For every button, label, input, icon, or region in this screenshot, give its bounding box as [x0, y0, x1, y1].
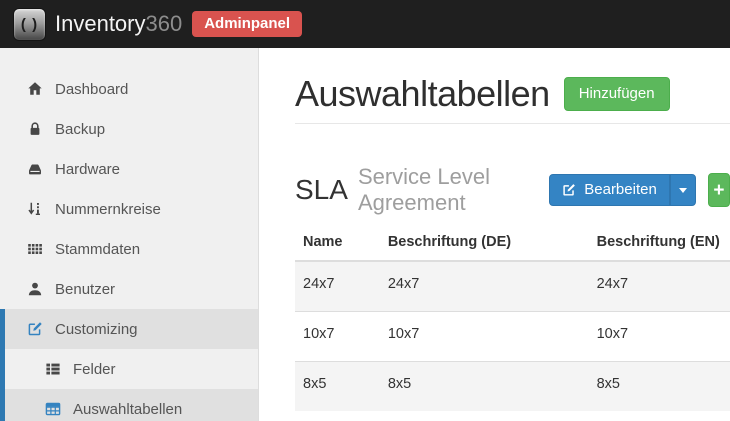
- brand[interactable]: ( ) Inventory360: [13, 8, 182, 41]
- customizing-group: Customizing Felder Auswahltabellen: [0, 309, 258, 421]
- lock-icon: [27, 121, 43, 137]
- table-cell: 8x5: [295, 362, 380, 412]
- title-divider: [295, 123, 730, 124]
- add-value-button[interactable]: +: [708, 173, 730, 207]
- table-cell: 8x5: [589, 362, 730, 412]
- brand-suffix: 360: [146, 11, 183, 36]
- sla-section-header: SLA Service Level Agreement Bearbeiten +: [295, 164, 730, 216]
- sidebar-item-backup[interactable]: Backup: [0, 109, 258, 149]
- sidebar-item-nummernkreise[interactable]: Nummernkreise: [0, 189, 258, 229]
- sidebar-item-label: Nummernkreise: [55, 201, 161, 218]
- logo-glyph: ( ): [21, 16, 38, 33]
- brand-title: Inventory360: [55, 11, 182, 37]
- edit-icon: [27, 321, 43, 337]
- brand-logo-icon: ( ): [13, 8, 46, 41]
- sidebar-item-label: Stammdaten: [55, 241, 140, 258]
- sidebar-item-label: Dashboard: [55, 81, 128, 98]
- page-title: Auswahltabellen: [295, 74, 550, 114]
- column-header-beschriftung-de: Beschriftung (DE): [380, 226, 589, 261]
- main-content: Auswahltabellen Hinzufügen SLA Service L…: [259, 48, 730, 421]
- column-header-name: Name: [295, 226, 380, 261]
- edit-icon: [562, 183, 576, 197]
- table-cell: 8x5: [380, 362, 589, 412]
- sidebar-item-label: Hardware: [55, 161, 120, 178]
- sidebar-item-hardware[interactable]: Hardware: [0, 149, 258, 189]
- column-header-beschriftung-en: Beschriftung (EN): [589, 226, 730, 261]
- sidebar-item-auswahltabellen[interactable]: Auswahltabellen: [5, 389, 258, 421]
- edit-dropdown-toggle[interactable]: [670, 174, 696, 206]
- add-table-button[interactable]: Hinzufügen: [564, 77, 670, 111]
- sidebar-item-label: Customizing: [55, 321, 138, 338]
- home-icon: [27, 81, 43, 97]
- sidebar-item-label: Benutzer: [55, 281, 115, 298]
- grid-icon: [27, 241, 43, 257]
- list-icon: [45, 361, 61, 377]
- sidebar-item-benutzer[interactable]: Benutzer: [0, 269, 258, 309]
- sidebar-item-customizing[interactable]: Customizing: [5, 309, 258, 349]
- sidebar-item-label: Felder: [73, 361, 116, 378]
- page-title-row: Auswahltabellen Hinzufügen: [295, 74, 730, 114]
- table-cell: 24x7: [295, 261, 380, 312]
- edit-split-button: Bearbeiten: [549, 174, 696, 206]
- hdd-icon: [27, 161, 43, 177]
- caret-down-icon: [679, 188, 687, 193]
- sidebar-item-label: Backup: [55, 121, 105, 138]
- sidebar-item-felder[interactable]: Felder: [5, 349, 258, 389]
- sidebar-item-dashboard[interactable]: Dashboard: [0, 69, 258, 109]
- brand-name: Inventory: [55, 11, 146, 36]
- table-header-row: Name Beschriftung (DE) Beschriftung (EN): [295, 226, 730, 261]
- table-cell: 10x7: [380, 312, 589, 362]
- table-row: 10x7 10x7 10x7: [295, 312, 730, 362]
- table-icon: [45, 401, 61, 417]
- sidebar: Dashboard Backup Hardware Nummernkreise: [0, 48, 259, 421]
- customizing-subnav: Felder Auswahltabellen: [5, 349, 258, 421]
- app-window: ( ) Inventory360 Adminpanel Dashboard Ba…: [0, 0, 730, 421]
- edit-button[interactable]: Bearbeiten: [549, 174, 670, 206]
- sort-numeric-icon: [27, 201, 43, 217]
- section-title: SLA: [295, 174, 348, 206]
- table-cell: 10x7: [589, 312, 730, 362]
- section-subtitle: Service Level Agreement: [358, 164, 534, 216]
- top-header: ( ) Inventory360 Adminpanel: [0, 0, 730, 48]
- table-cell: 24x7: [589, 261, 730, 312]
- table-cell: 10x7: [295, 312, 380, 362]
- edit-button-label: Bearbeiten: [584, 181, 657, 198]
- table-row: 8x5 8x5 8x5: [295, 362, 730, 412]
- values-table: Name Beschriftung (DE) Beschriftung (EN)…: [295, 226, 730, 411]
- table-row: 24x7 24x7 24x7: [295, 261, 730, 312]
- sidebar-item-label: Auswahltabellen: [73, 401, 182, 418]
- sidebar-item-stammdaten[interactable]: Stammdaten: [0, 229, 258, 269]
- adminpanel-badge: Adminpanel: [192, 11, 302, 37]
- table-cell: 24x7: [380, 261, 589, 312]
- user-icon: [27, 281, 43, 297]
